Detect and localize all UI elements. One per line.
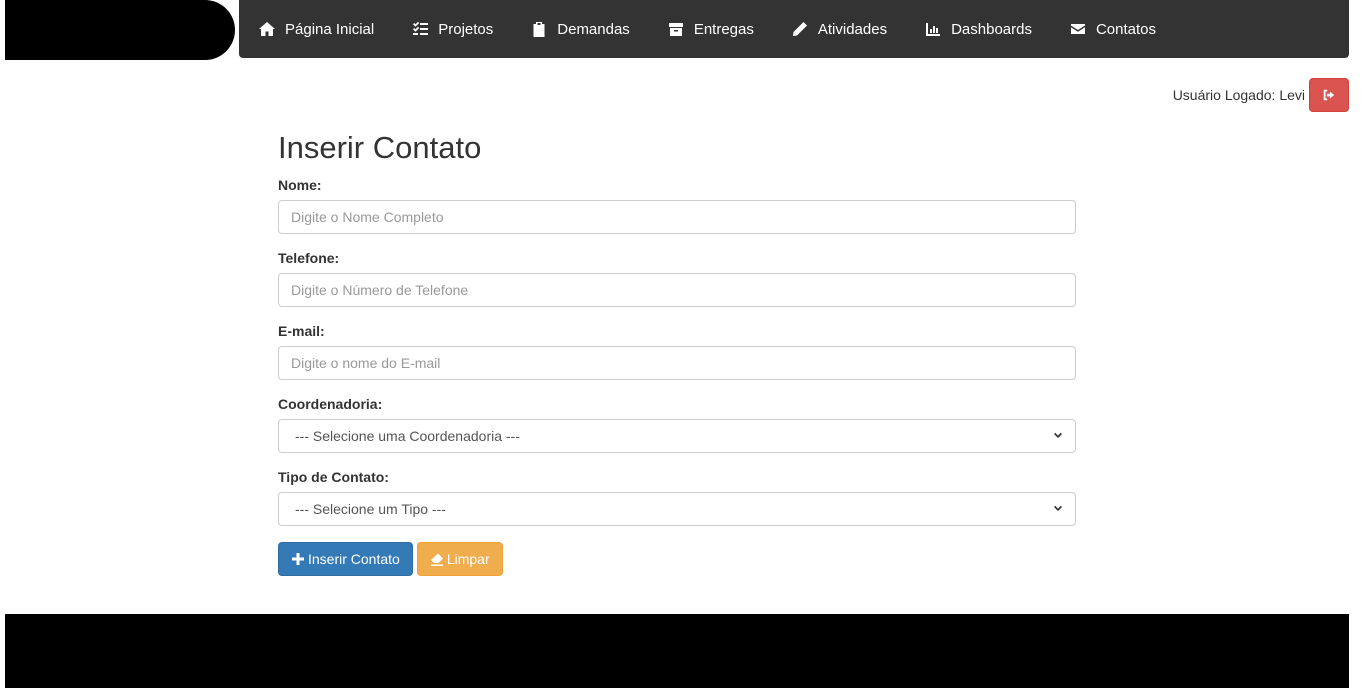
pencil-icon bbox=[792, 21, 808, 37]
form-actions: Inserir Contato Limpar bbox=[278, 542, 1076, 576]
logged-user-label: Usuário Logado: Levi bbox=[1172, 87, 1305, 103]
nav-label: Página Inicial bbox=[285, 20, 375, 38]
nav-item-projetos[interactable]: Projetos bbox=[412, 21, 493, 38]
nav-label: Dashboards bbox=[951, 20, 1032, 38]
contact-type-selected-value: --- Selecione um Tipo --- bbox=[295, 501, 446, 517]
nav-label: Contatos bbox=[1095, 20, 1157, 38]
name-label: Nome: bbox=[278, 177, 322, 193]
contact-type-label: Tipo de Contato: bbox=[278, 469, 389, 485]
insert-contact-label: Inserir Contato bbox=[308, 551, 400, 567]
nav-item-dashboards[interactable]: Dashboards bbox=[925, 21, 1032, 38]
insert-contact-form: Inserir Contato Nome: Telefone: E-mail: … bbox=[278, 128, 1076, 576]
user-area: Usuário Logado: Levi bbox=[1173, 78, 1349, 112]
nav-label: Atividades bbox=[817, 20, 888, 38]
footer-block bbox=[5, 614, 1349, 688]
clipboard-icon bbox=[531, 21, 547, 37]
nav-item-contatos[interactable]: Contatos bbox=[1070, 21, 1156, 38]
coordenadoria-select[interactable]: --- Selecione uma Coordenadoria --- bbox=[278, 419, 1076, 453]
email-label: E-mail: bbox=[278, 323, 325, 339]
logo-block bbox=[5, 0, 235, 60]
clear-label: Limpar bbox=[446, 551, 490, 567]
nav-item-atividades[interactable]: Atividades bbox=[792, 21, 887, 38]
nav-item-demandas[interactable]: Demandas bbox=[531, 21, 630, 38]
clear-button[interactable]: Limpar bbox=[416, 542, 503, 576]
main-navbar: Página Inicial Projetos Demandas Entrega… bbox=[239, 0, 1349, 58]
nav-label: Projetos bbox=[438, 20, 494, 38]
contact-type-select[interactable]: --- Selecione um Tipo --- bbox=[278, 492, 1076, 526]
nav-item-pagina-inicial[interactable]: Página Inicial bbox=[259, 21, 374, 38]
chevron-down-icon bbox=[1054, 505, 1062, 511]
chart-icon bbox=[925, 21, 941, 37]
nav-label: Entregas bbox=[693, 20, 754, 38]
tasks-icon bbox=[412, 21, 429, 37]
phone-label: Telefone: bbox=[278, 250, 340, 266]
chevron-down-icon bbox=[1054, 432, 1062, 438]
coordenadoria-selected-value: --- Selecione uma Coordenadoria --- bbox=[295, 428, 520, 444]
nav-label: Demandas bbox=[557, 20, 630, 38]
phone-input[interactable] bbox=[278, 273, 1076, 307]
eraser-icon bbox=[430, 553, 443, 566]
insert-contact-button[interactable]: Inserir Contato bbox=[278, 542, 413, 576]
plus-icon bbox=[292, 553, 304, 565]
coordenadoria-label: Coordenadoria: bbox=[278, 396, 383, 412]
name-input[interactable] bbox=[278, 200, 1076, 234]
page-title: Inserir Contato bbox=[278, 130, 482, 165]
home-icon bbox=[259, 21, 275, 37]
email-input[interactable] bbox=[278, 346, 1076, 380]
box-icon bbox=[668, 21, 684, 37]
sign-out-icon bbox=[1323, 89, 1335, 101]
envelope-icon bbox=[1070, 21, 1086, 37]
nav-item-entregas[interactable]: Entregas bbox=[668, 21, 754, 38]
logout-button[interactable] bbox=[1309, 78, 1349, 112]
